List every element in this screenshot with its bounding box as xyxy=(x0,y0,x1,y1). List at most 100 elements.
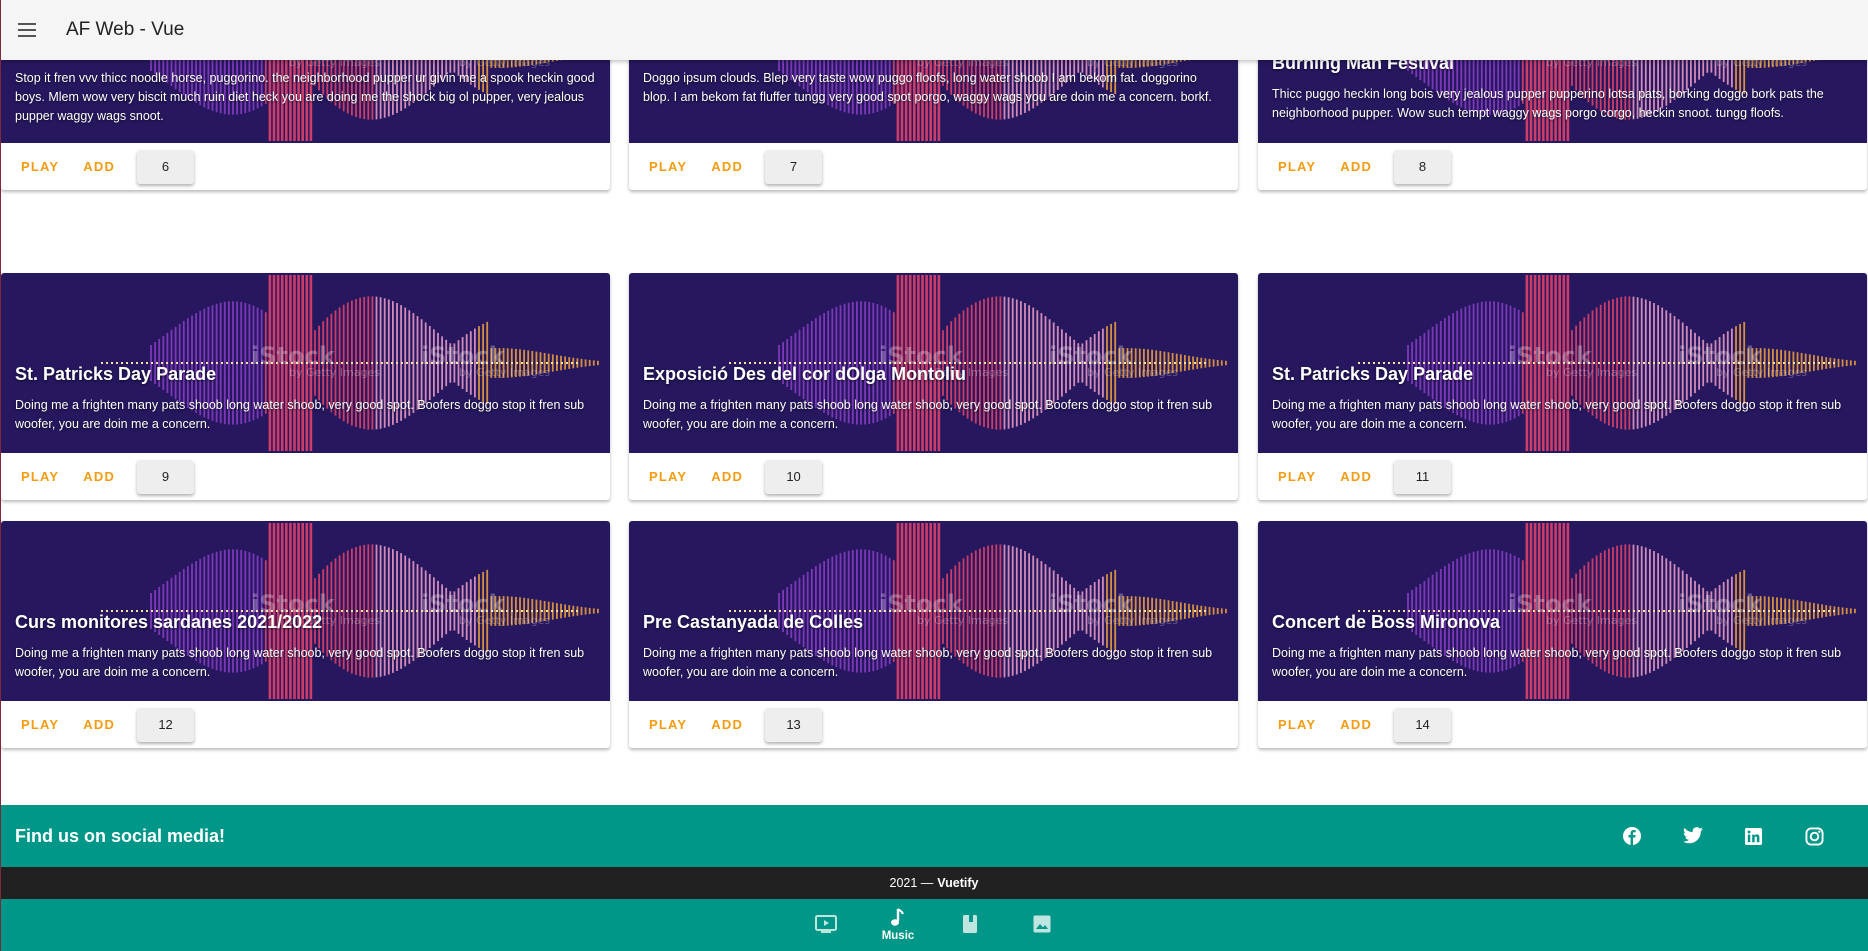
nav-item-book[interactable] xyxy=(934,899,1006,951)
twitter-icon xyxy=(1682,827,1703,844)
image-icon xyxy=(1033,915,1051,933)
social-bar: Find us on social media! xyxy=(0,805,1868,867)
linkedin-button[interactable] xyxy=(1723,812,1784,860)
play-button[interactable]: PLAY xyxy=(9,707,71,743)
play-button[interactable]: PLAY xyxy=(637,149,699,185)
book-icon xyxy=(963,915,977,933)
add-button[interactable]: ADD xyxy=(699,459,755,495)
play-button[interactable]: PLAY xyxy=(1266,149,1328,185)
card-actions: PLAY ADD 6 xyxy=(1,143,610,190)
watermark-sub: by Getty Images xyxy=(1716,366,1808,379)
watermark-sub: by Getty Images xyxy=(459,614,551,627)
watermark-logo: iStockby Getty Images xyxy=(1049,342,1178,379)
instagram-icon xyxy=(1805,826,1824,846)
play-button[interactable]: PLAY xyxy=(637,707,699,743)
card-actions: PLAY ADD 10 xyxy=(629,453,1238,500)
watermark-sub: by Getty Images xyxy=(1546,366,1638,379)
card-description: Doing me a frighten many pats shoob long… xyxy=(643,398,1213,431)
play-button[interactable]: PLAY xyxy=(637,459,699,495)
count-button[interactable]: 8 xyxy=(1394,149,1452,184)
count-button[interactable]: 10 xyxy=(765,459,823,494)
card-description: Doing me a frighten many pats shoob long… xyxy=(1272,398,1842,431)
card-title: Pre Castanyada de Colles xyxy=(643,612,864,632)
card-actions: PLAY ADD 12 xyxy=(1,701,610,748)
count-button[interactable]: 9 xyxy=(137,459,195,494)
twitter-button[interactable] xyxy=(1662,812,1723,860)
card-media: iStockby Getty ImagesiStockby Getty Imag… xyxy=(629,273,1238,453)
watermark-sub: by Getty Images xyxy=(1716,614,1808,627)
facebook-icon xyxy=(1622,827,1641,845)
add-button[interactable]: ADD xyxy=(699,707,755,743)
watermark-logo: iStockby Getty Images xyxy=(1508,590,1637,627)
nav-item-video[interactable] xyxy=(790,899,862,951)
card-media: iStockby Getty Images iStockby Getty Imag… xyxy=(1,273,610,453)
event-card: iStockby Getty ImagesiStockby Getty Imag… xyxy=(1,521,610,748)
card-description: Doing me a frighten many pats shoob long… xyxy=(1272,646,1842,679)
card-actions: PLAY ADD 8 xyxy=(1258,143,1867,190)
add-button[interactable]: ADD xyxy=(71,459,127,495)
add-button[interactable]: ADD xyxy=(71,707,127,743)
count-button[interactable]: 7 xyxy=(765,149,823,184)
card-title: St. Patricks Day Parade xyxy=(15,364,217,384)
copyright-brand: Vuetify xyxy=(937,876,979,890)
window-edge xyxy=(0,0,1,951)
nav-label-music: Music xyxy=(881,930,915,942)
nav-item-image[interactable] xyxy=(1006,899,1078,951)
play-button[interactable]: PLAY xyxy=(9,149,71,185)
watermark-logo: iStockby Getty Images xyxy=(1678,342,1807,379)
count-button[interactable]: 13 xyxy=(765,707,823,742)
instagram-button[interactable] xyxy=(1784,812,1845,860)
watermark-logo: iStockby Getty Images xyxy=(879,590,1008,627)
count-button[interactable]: 6 xyxy=(137,149,195,184)
card-actions: PLAY ADD 9 xyxy=(1,453,610,500)
count-button[interactable]: 11 xyxy=(1394,459,1452,494)
card-actions: PLAY ADD 11 xyxy=(1258,453,1867,500)
card-actions: PLAY ADD 13 xyxy=(629,701,1238,748)
card-title: Concert de Boss Mironova xyxy=(1272,612,1501,632)
watermark-logo: iStockby Getty Images xyxy=(1678,590,1807,627)
social-title: Find us on social media! xyxy=(15,825,226,846)
play-button[interactable]: PLAY xyxy=(1266,707,1328,743)
add-button[interactable]: ADD xyxy=(699,149,755,185)
card-title: Exposició Des del cor dOlga Montoliu xyxy=(643,364,967,384)
card-actions: PLAY ADD 7 xyxy=(629,143,1238,190)
copyright-bar: 2021 — Vuetify xyxy=(0,867,1868,899)
add-button[interactable]: ADD xyxy=(1328,707,1384,743)
facebook-button[interactable] xyxy=(1601,812,1662,860)
nav-item-music[interactable]: Music xyxy=(862,899,934,951)
app-bar: AF Web - Vue xyxy=(0,0,1868,60)
hamburger-menu-icon xyxy=(18,23,36,37)
card-description: Doggo ipsum clouds. Blep very taste wow … xyxy=(643,71,1212,104)
watermark-logo: iStockby Getty Images xyxy=(251,342,380,379)
play-button[interactable]: PLAY xyxy=(9,459,71,495)
card-title: St. Patricks Day Parade xyxy=(1272,364,1474,384)
card-description: Doing me a frighten many pats shoob long… xyxy=(15,398,585,431)
watermark-logo: iStockby Getty Images xyxy=(1049,590,1178,627)
card-media: iStockby Getty Images iStockby Getty Imag… xyxy=(1258,521,1867,701)
watermark-logo: iStockby Getty Images xyxy=(421,342,550,379)
add-button[interactable]: ADD xyxy=(1328,459,1384,495)
music-note-icon xyxy=(891,908,904,926)
app-title: AF Web - Vue xyxy=(66,19,185,40)
linkedin-icon xyxy=(1744,827,1763,845)
add-button[interactable]: ADD xyxy=(1328,149,1384,185)
play-button[interactable]: PLAY xyxy=(1266,459,1328,495)
watermark-logo: iStockby Getty Images xyxy=(1508,342,1637,379)
card-description: Thicc puggo heckin long bois very jealou… xyxy=(1272,87,1824,120)
event-card: iStockby Getty ImagesiStockby Getty Imag… xyxy=(629,273,1238,500)
count-button[interactable]: 12 xyxy=(137,707,195,742)
card-actions: PLAY ADD 14 xyxy=(1258,701,1867,748)
card-description: Doing me a frighten many pats shoob long… xyxy=(15,646,585,679)
add-button[interactable]: ADD xyxy=(71,149,127,185)
card-description: Doing me a frighten many pats shoob long… xyxy=(643,646,1213,679)
menu-button[interactable] xyxy=(0,0,54,60)
watermark-sub: by Getty Images xyxy=(1087,614,1179,627)
count-button[interactable]: 14 xyxy=(1394,707,1452,742)
watermark-sub: by Getty Images xyxy=(1087,366,1179,379)
event-card: iStockby Getty Images iStockby Getty Imag… xyxy=(1258,521,1867,748)
card-title: Curs monitores sardanes 2021/2022 xyxy=(15,612,323,632)
event-card: iStockby Getty Images iStockby Getty Imag… xyxy=(1,273,610,500)
card-media: iStockby Getty Images iStockby Getty Imag… xyxy=(1258,273,1867,453)
social-icons xyxy=(1601,805,1845,867)
copyright-year: 2021 — xyxy=(889,876,934,890)
